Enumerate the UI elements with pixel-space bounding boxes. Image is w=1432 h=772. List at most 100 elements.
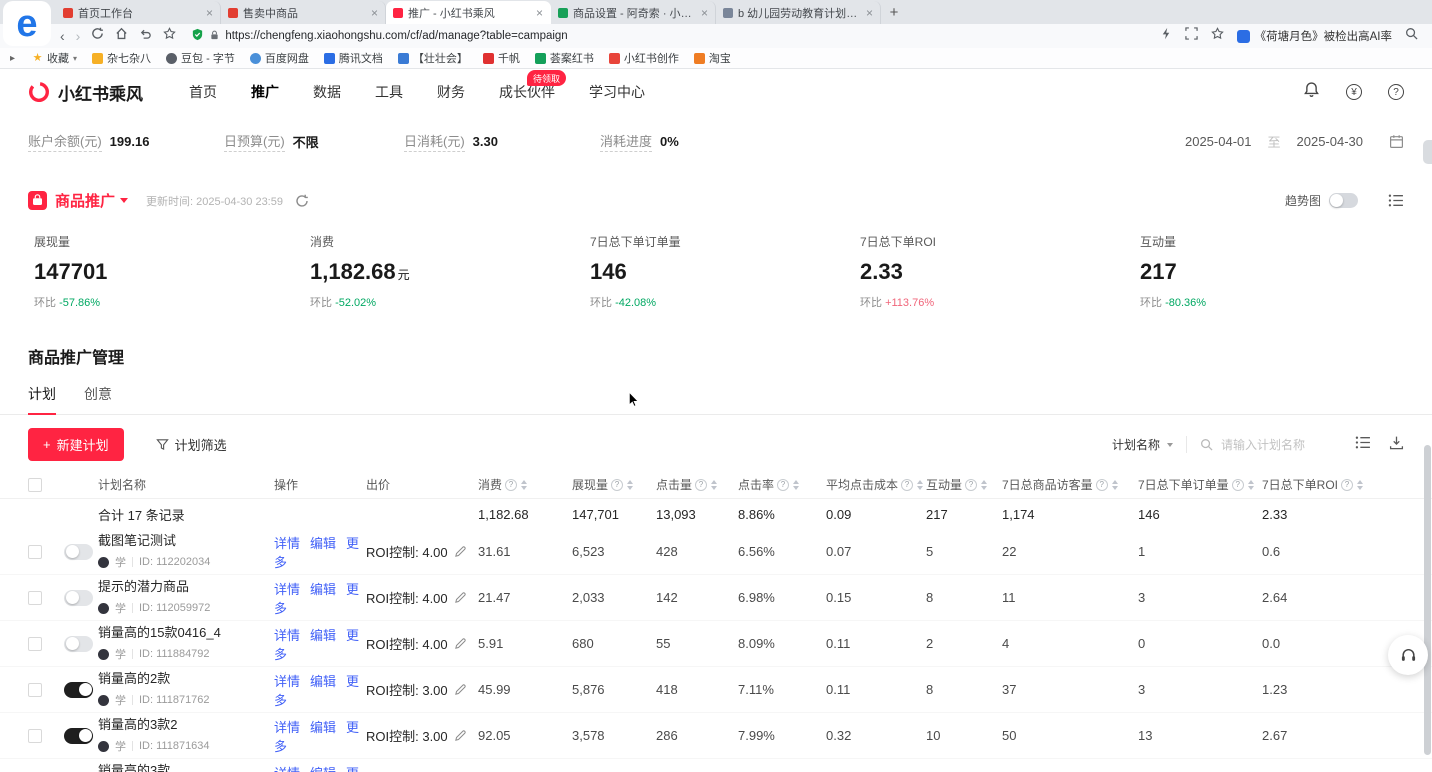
sort-icon[interactable] bbox=[521, 480, 527, 490]
bookmark-item[interactable]: 腾讯文档 bbox=[324, 50, 383, 66]
row-action-link[interactable]: 详情 bbox=[274, 536, 300, 551]
info-icon[interactable]: ? bbox=[777, 479, 789, 491]
plan-name[interactable]: 销量高的3款2 bbox=[98, 717, 274, 733]
plan-toggle[interactable] bbox=[64, 544, 93, 560]
notification-bell-icon[interactable] bbox=[1303, 81, 1320, 103]
nav-item[interactable]: 工具 bbox=[375, 82, 403, 102]
bookmarks-expand-icon[interactable]: ▸ bbox=[10, 53, 15, 64]
search-icon[interactable] bbox=[1405, 27, 1418, 45]
info-icon[interactable]: ? bbox=[965, 479, 977, 491]
bookmark-star-icon[interactable] bbox=[163, 27, 176, 45]
row-checkbox[interactable] bbox=[28, 729, 42, 743]
edit-pencil-icon[interactable] bbox=[454, 591, 467, 604]
row-action-link[interactable]: 详情 bbox=[274, 582, 300, 597]
sort-icon[interactable] bbox=[627, 480, 633, 490]
tab-close-icon[interactable]: × bbox=[866, 6, 873, 20]
row-action-link[interactable]: 详情 bbox=[274, 628, 300, 643]
info-icon[interactable]: ? bbox=[1232, 479, 1244, 491]
plan-name[interactable]: 截图笔记测试 bbox=[98, 533, 274, 549]
vertical-scrollbar[interactable] bbox=[1424, 445, 1431, 755]
new-plan-button[interactable]: + 新建计划 bbox=[28, 428, 124, 461]
edit-pencil-icon[interactable] bbox=[454, 729, 467, 742]
bookmark-item[interactable]: 荟案红书 bbox=[535, 50, 594, 66]
tab-close-icon[interactable]: × bbox=[536, 6, 543, 20]
sort-icon[interactable] bbox=[917, 480, 923, 490]
row-checkbox[interactable] bbox=[28, 637, 42, 651]
finance-icon[interactable]: ¥ bbox=[1346, 84, 1362, 100]
sort-icon[interactable] bbox=[981, 480, 987, 490]
data-refresh-icon[interactable] bbox=[295, 194, 309, 208]
search-field-select[interactable]: 计划名称 bbox=[1112, 436, 1187, 453]
manage-tab[interactable]: 计划 bbox=[28, 384, 56, 414]
edit-pencil-icon[interactable] bbox=[454, 637, 467, 650]
trend-toggle[interactable] bbox=[1329, 193, 1358, 208]
row-action-link[interactable]: 编辑 bbox=[310, 720, 336, 735]
row-checkbox[interactable] bbox=[28, 545, 42, 559]
browser-tab[interactable]: 首页工作台 × bbox=[56, 1, 221, 24]
lightning-icon[interactable] bbox=[1160, 27, 1172, 45]
row-action-link[interactable]: 编辑 bbox=[310, 582, 336, 597]
new-tab-button[interactable]: + bbox=[881, 1, 907, 24]
row-action-link[interactable]: 详情 bbox=[274, 674, 300, 689]
customer-service-button[interactable] bbox=[1388, 635, 1428, 675]
row-action-link[interactable]: 编辑 bbox=[310, 536, 336, 551]
browser-logo[interactable]: e bbox=[3, 1, 51, 46]
download-icon[interactable] bbox=[1389, 435, 1404, 455]
column-config-icon[interactable] bbox=[1355, 435, 1371, 455]
screenshot-icon[interactable] bbox=[1185, 27, 1198, 45]
info-icon[interactable]: ? bbox=[1341, 479, 1353, 491]
back-icon[interactable]: ‹ bbox=[60, 29, 65, 43]
nav-item[interactable]: 学习中心 bbox=[589, 82, 645, 102]
row-action-link[interactable]: 详情 bbox=[274, 720, 300, 735]
sort-icon[interactable] bbox=[711, 480, 717, 490]
plan-name[interactable]: 销量高的15款0416_4 bbox=[98, 625, 274, 641]
row-action-link[interactable]: 编辑 bbox=[310, 674, 336, 689]
edit-pencil-icon[interactable] bbox=[454, 683, 467, 696]
plan-filter-button[interactable]: 计划筛选 bbox=[150, 434, 233, 455]
address-bar[interactable]: https://chengfeng.xiaohongshu.com/cf/ad/… bbox=[191, 28, 1148, 44]
home-icon[interactable] bbox=[115, 27, 128, 45]
info-icon[interactable]: ? bbox=[1096, 479, 1108, 491]
help-icon[interactable]: ? bbox=[1388, 84, 1404, 100]
info-icon[interactable]: ? bbox=[695, 479, 707, 491]
hot-search-widget[interactable]: 《荷塘月色》被检出高AI率 bbox=[1237, 28, 1392, 44]
calendar-icon[interactable] bbox=[1389, 134, 1404, 149]
tab-close-icon[interactable]: × bbox=[371, 6, 378, 20]
bookmark-item[interactable]: 千帆 bbox=[483, 50, 520, 66]
undo-icon[interactable] bbox=[139, 27, 152, 45]
nav-item[interactable]: 成长伙伴 待领取 bbox=[499, 82, 555, 102]
bookmark-item[interactable]: 杂七杂八 bbox=[92, 50, 151, 66]
plan-toggle[interactable] bbox=[64, 682, 93, 698]
tab-close-icon[interactable]: × bbox=[206, 6, 213, 20]
sort-icon[interactable] bbox=[793, 480, 799, 490]
info-icon[interactable]: ? bbox=[901, 479, 913, 491]
side-panel-handle[interactable] bbox=[1423, 140, 1432, 164]
bookmark-item[interactable]: 豆包 - 字节 bbox=[166, 50, 235, 66]
plan-toggle[interactable] bbox=[64, 590, 93, 606]
row-checkbox[interactable] bbox=[28, 591, 42, 605]
sort-icon[interactable] bbox=[1248, 480, 1254, 490]
date-end[interactable]: 2025-04-30 bbox=[1297, 134, 1364, 149]
row-checkbox[interactable] bbox=[28, 683, 42, 697]
plan-toggle[interactable] bbox=[64, 636, 93, 652]
bookmark-item[interactable]: ★ 收藏 ▾ bbox=[32, 50, 77, 66]
date-start[interactable]: 2025-04-01 bbox=[1185, 134, 1252, 149]
browser-tab[interactable]: 售卖中商品 × bbox=[221, 1, 386, 24]
nav-item[interactable]: 数据 bbox=[313, 82, 341, 102]
nav-item[interactable]: 推广 bbox=[251, 82, 279, 102]
bookmark-item[interactable]: 小红书创作 bbox=[609, 50, 679, 66]
refresh-icon[interactable] bbox=[91, 27, 104, 45]
info-icon[interactable]: ? bbox=[611, 479, 623, 491]
browser-tab[interactable]: b 幼儿园劳动教育计划总结方案 × bbox=[716, 1, 881, 24]
nav-item[interactable]: 财务 bbox=[437, 82, 465, 102]
bookmark-item[interactable]: 百度网盘 bbox=[250, 50, 309, 66]
favorite-star-icon[interactable] bbox=[1211, 27, 1224, 45]
promo-type-select[interactable]: 商品推广 bbox=[55, 190, 115, 211]
row-action-link[interactable]: 编辑 bbox=[310, 766, 336, 772]
info-icon[interactable]: ? bbox=[505, 479, 517, 491]
tab-close-icon[interactable]: × bbox=[701, 6, 708, 20]
sort-icon[interactable] bbox=[1112, 480, 1118, 490]
select-all-checkbox[interactable] bbox=[28, 478, 42, 492]
forward-icon[interactable]: › bbox=[76, 29, 81, 43]
plan-toggle[interactable] bbox=[64, 728, 93, 744]
